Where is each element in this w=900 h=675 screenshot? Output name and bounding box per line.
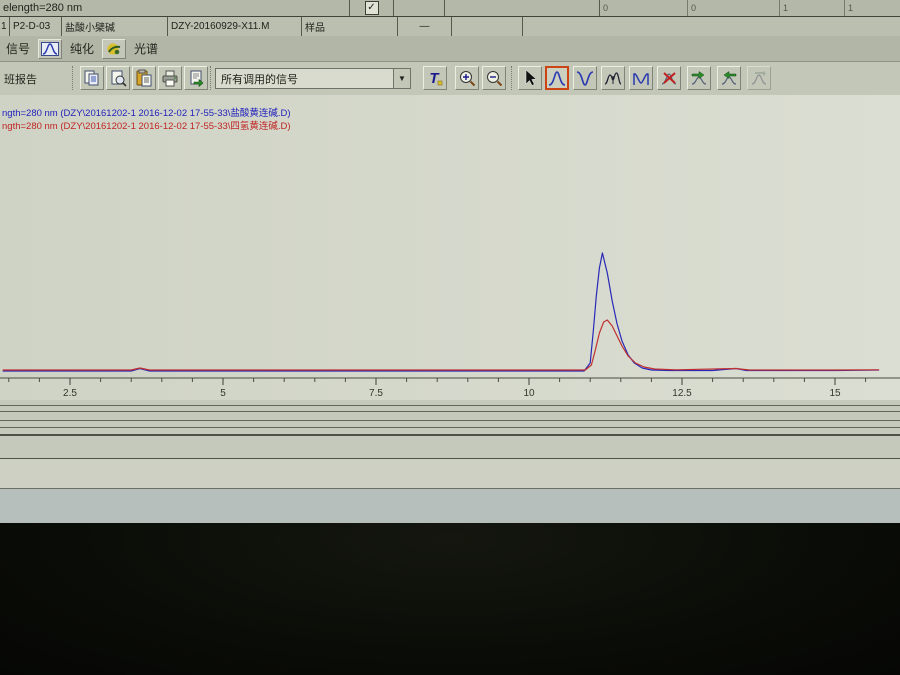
split-peak-icon — [604, 72, 622, 85]
lower-panel — [0, 400, 900, 458]
toolbar-separator — [210, 66, 212, 90]
toolbar: 班报告 所有调用的信号 ▼ T — [0, 62, 900, 96]
header-checkbox-cell: ✓ — [350, 0, 394, 16]
signals-combobox[interactable]: 所有调用的信号 ▼ — [215, 68, 411, 89]
chemstation-screen: elength=280 nm ✓ 0 0 1 1 1 P2-D-03 盐酸小檗碱… — [0, 0, 900, 523]
split-peak-button[interactable] — [601, 66, 625, 90]
sample-dash: — — [398, 17, 452, 36]
svg-text:15: 15 — [829, 388, 841, 399]
panel-divider — [0, 420, 900, 421]
print-button[interactable] — [158, 66, 182, 90]
legend-signal-2: ngth=280 nm (DZY\20161202-1 2016-12-02 1… — [2, 121, 291, 132]
merge-peak-button[interactable] — [629, 66, 653, 90]
print-icon — [162, 70, 178, 87]
draw-peak-button[interactable] — [545, 66, 569, 90]
pointer-icon — [525, 69, 537, 86]
report-label: 班报告 — [4, 74, 37, 86]
sample-cell-empty — [523, 17, 900, 36]
integrate-forward-icon — [691, 71, 707, 85]
integrate-off-button[interactable] — [747, 66, 771, 90]
checkbox-checked[interactable]: ✓ — [364, 1, 379, 15]
sample-cell-empty — [452, 17, 523, 36]
menu-signal[interactable]: 信号 — [6, 40, 30, 57]
sample-type: 样品 — [302, 17, 398, 36]
integrate-off-icon — [751, 70, 767, 85]
chromatogram-panel[interactable]: ngth=280 nm (DZY\20161202-1 2016-12-02 1… — [0, 95, 900, 400]
integrate-backward-button[interactable] — [717, 66, 741, 90]
panel-divider — [0, 434, 900, 436]
svg-text:12.5: 12.5 — [672, 388, 692, 399]
toolbar-separator — [72, 66, 74, 90]
merge-peak-icon — [633, 73, 649, 85]
zoom-in-button[interactable] — [455, 66, 479, 90]
spectrum-icon — [107, 43, 121, 54]
legend-signal-1: ngth=280 nm (DZY\20161202-1 2016-12-02 1… — [2, 108, 291, 119]
monitor-photo: elength=280 nm ✓ 0 0 1 1 1 P2-D-03 盐酸小檗碱… — [0, 0, 900, 675]
signals-combobox-value: 所有调用的信号 — [221, 73, 298, 86]
paste-icon — [136, 69, 152, 87]
report-copy-icon — [84, 70, 99, 86]
header-value: 0 — [688, 0, 780, 16]
chevron-down-icon[interactable]: ▼ — [393, 69, 410, 88]
mode-menu-row: 信号 纯化 光谱 — [0, 36, 900, 62]
zoom-in-icon — [460, 71, 476, 87]
header-value: 1 — [780, 0, 845, 16]
annotation-text-button[interactable]: T — [423, 66, 447, 90]
zoom-out-button[interactable] — [482, 66, 506, 90]
draw-valley-button[interactable] — [573, 66, 597, 90]
spectrum-button[interactable] — [102, 38, 127, 59]
svg-text:2.5: 2.5 — [63, 388, 77, 399]
print-preview-icon — [111, 70, 127, 87]
header-cell-empty — [394, 0, 445, 16]
draw-peak-icon — [548, 71, 566, 86]
pointer-button[interactable] — [518, 66, 542, 90]
sample-seq: 1 — [0, 17, 10, 36]
delete-peak-button[interactable] — [657, 66, 681, 90]
svg-text:7.5: 7.5 — [369, 388, 383, 399]
zoom-out-icon — [487, 71, 503, 87]
export-button[interactable] — [184, 66, 208, 90]
header-cell-empty — [445, 0, 600, 16]
panel-divider — [0, 427, 900, 428]
peak-box-icon — [41, 41, 60, 56]
print-preview-button[interactable] — [106, 66, 130, 90]
signal-peak-button[interactable] — [38, 38, 63, 59]
report-copy-button[interactable] — [80, 66, 104, 90]
sample-position: P2-D-03 — [10, 17, 62, 36]
taskbar-area — [0, 459, 900, 488]
panel-divider — [0, 411, 900, 412]
sample-row[interactable]: 1 P2-D-03 盐酸小檗碱 DZY-20160929-X11.M 样品 — — [0, 17, 900, 37]
trace — [2, 319, 880, 371]
sample-name: 盐酸小檗碱 — [62, 17, 168, 36]
menu-purity[interactable]: 纯化 — [70, 40, 94, 57]
menu-spectrum[interactable]: 光谱 — [134, 40, 158, 57]
integrate-forward-button[interactable] — [687, 66, 711, 90]
header-value: 1 — [848, 3, 854, 13]
screen-bottom-band — [0, 489, 900, 523]
panel-divider — [0, 405, 900, 406]
paste-button[interactable] — [132, 66, 156, 90]
wavelength-label: elength=280 nm — [0, 0, 350, 16]
toolbar-separator — [511, 66, 513, 90]
header-row: elength=280 nm ✓ 0 0 1 1 — [0, 0, 900, 17]
integrate-backward-icon — [721, 71, 737, 85]
svg-text:10: 10 — [523, 388, 535, 399]
monitor-bezel: hp — [0, 523, 900, 675]
annotation-text-icon: T — [429, 70, 443, 87]
chromatogram-plot[interactable]: 2.5 5 7.5 10 12.5 15 — [0, 95, 900, 400]
delete-peak-icon — [661, 72, 677, 85]
draw-valley-icon — [576, 71, 594, 86]
export-icon — [190, 70, 204, 87]
svg-text:5: 5 — [220, 388, 226, 399]
header-value: 0 — [600, 0, 688, 16]
sample-method: DZY-20160929-X11.M — [168, 17, 302, 36]
trace — [2, 252, 880, 372]
